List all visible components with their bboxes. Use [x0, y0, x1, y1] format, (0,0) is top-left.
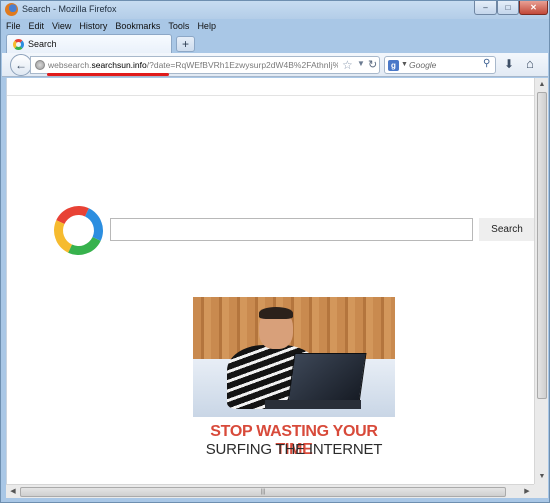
- url-highlight-underline: [47, 73, 169, 76]
- url-domain: searchsun.info: [91, 60, 147, 70]
- new-tab-button[interactable]: +: [176, 36, 195, 52]
- menu-file[interactable]: File: [2, 19, 25, 33]
- minimize-button[interactable]: –: [474, 1, 497, 15]
- back-button[interactable]: ←: [10, 54, 32, 76]
- tab-label: Search: [28, 39, 57, 49]
- browser-window: Search - Mozilla Firefox – □ ✕ File Edit…: [0, 0, 550, 503]
- menu-view[interactable]: View: [48, 19, 75, 33]
- ad-photo: [193, 297, 395, 417]
- maximize-button[interactable]: □: [497, 1, 519, 15]
- ad-photo-laptop: [287, 353, 367, 403]
- globe-icon: [35, 60, 45, 70]
- scroll-down-icon[interactable]: ▼: [535, 470, 549, 484]
- bookmark-star-icon[interactable]: ☆: [342, 58, 353, 72]
- search-bar[interactable]: g ▼ Google ⚲: [384, 56, 496, 74]
- address-bar[interactable]: websearch.searchsun.info/?date=RqWEfBVRh…: [30, 56, 380, 76]
- scrollbar-corner: [534, 484, 548, 498]
- vertical-scroll-thumb[interactable]: [537, 92, 547, 399]
- menu-help[interactable]: Help: [193, 19, 220, 33]
- url-text[interactable]: websearch.searchsun.info/?date=RqWEfBVRh…: [48, 60, 338, 70]
- divider: [7, 95, 535, 96]
- site-favicon-icon: [13, 39, 24, 50]
- home-icon[interactable]: ⌂: [526, 56, 534, 71]
- url-prefix: websearch.: [48, 60, 92, 70]
- ad-photo-person-hair: [259, 307, 293, 319]
- menu-edit[interactable]: Edit: [25, 19, 49, 33]
- engine-dropdown-icon[interactable]: ▼: [401, 61, 408, 68]
- ad-photo-laptop-base: [265, 400, 361, 409]
- menu-history[interactable]: History: [75, 19, 111, 33]
- menu-bookmarks[interactable]: Bookmarks: [111, 19, 164, 33]
- title-bar: Search - Mozilla Firefox – □ ✕: [1, 1, 549, 19]
- menu-tools[interactable]: Tools: [164, 19, 193, 33]
- horizontal-scroll-thumb[interactable]: |||: [20, 487, 506, 497]
- scroll-left-icon[interactable]: ◀: [6, 485, 20, 499]
- window-title: Search - Mozilla Firefox: [22, 4, 117, 14]
- vertical-scrollbar[interactable]: ▲ ▼: [534, 78, 548, 484]
- scroll-right-icon[interactable]: ▶: [520, 485, 534, 499]
- download-icon[interactable]: ⬇: [504, 57, 514, 71]
- navigation-toolbar: ← websearch.searchsun.info/?date=RqWEfBV…: [2, 53, 548, 77]
- search-button[interactable]: Search: [479, 218, 535, 241]
- advertisement-banner[interactable]: STOP WASTING YOUR TIME SURFING THE INTER…: [193, 297, 395, 461]
- horizontal-scrollbar[interactable]: ◀ ||| ▶: [6, 484, 534, 498]
- scroll-up-icon[interactable]: ▲: [535, 78, 549, 92]
- search-input[interactable]: [110, 218, 473, 241]
- firefox-icon: [5, 3, 18, 16]
- search-placeholder: Google: [409, 60, 437, 70]
- close-button[interactable]: ✕: [519, 1, 548, 15]
- search-icon[interactable]: ⚲: [483, 58, 490, 69]
- url-path: /?date=RqWEfBVRh1Ezwysurp2dW4B%2FAthnIj%…: [146, 60, 338, 70]
- google-engine-icon[interactable]: g: [388, 60, 399, 71]
- menu-bar: File Edit View History Bookmarks Tools H…: [2, 19, 216, 33]
- page-content: Search STOP WASTING YOUR TIME SURFING TH…: [6, 78, 535, 484]
- tab-search[interactable]: Search: [6, 34, 172, 53]
- history-dropdown-icon[interactable]: ▼: [357, 59, 365, 68]
- searchsun-logo-icon: [47, 199, 110, 262]
- reload-icon[interactable]: ↻: [368, 58, 377, 71]
- ad-subline: SURFING THE INTERNET: [205, 441, 383, 458]
